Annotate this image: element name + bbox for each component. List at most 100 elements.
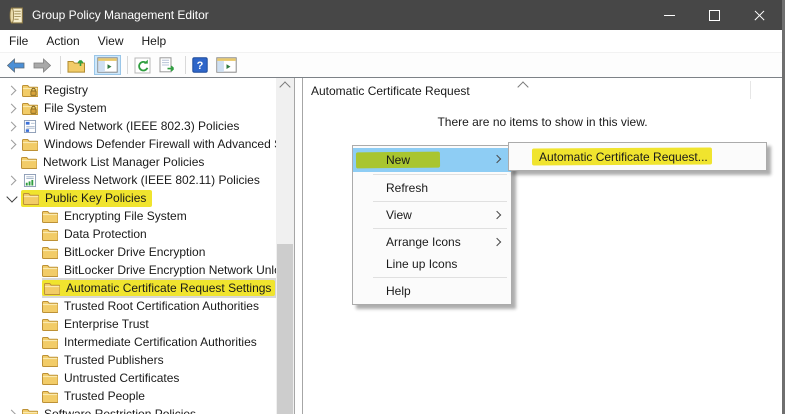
tree-item-label: Wireless Network (IEEE 802.11) Policies xyxy=(44,173,260,187)
chevron-down-icon[interactable] xyxy=(6,191,17,202)
scrollbar-thumb[interactable] xyxy=(277,244,293,414)
help-button[interactable]: ? xyxy=(192,57,208,73)
tree-item-bitlocker-drive-encryption[interactable]: BitLocker Drive Encryption xyxy=(0,243,276,261)
tree-item-label: Windows Defender Firewall with Advanced … xyxy=(44,137,276,151)
folder-icon xyxy=(42,354,58,367)
tree-item-windows-defender-firewall[interactable]: Windows Defender Firewall with Advanced … xyxy=(0,135,276,153)
tree-item-label: Trusted People xyxy=(64,389,145,403)
tree-item-intermediate-certification-authorities[interactable]: Intermediate Certification Authorities xyxy=(0,333,276,351)
menu-item-label: Refresh xyxy=(386,181,428,195)
folder-up-icon xyxy=(67,57,86,73)
menu-item-view[interactable]: View xyxy=(353,204,511,226)
export-list-icon xyxy=(159,57,177,73)
folder-icon xyxy=(21,156,37,169)
forward-button[interactable] xyxy=(33,58,52,73)
tree-item-network-list-manager-policies[interactable]: Network List Manager Policies xyxy=(0,153,276,171)
tree-item-wired-network-policies[interactable]: Wired Network (IEEE 802.3) Policies xyxy=(0,117,276,135)
menu-action[interactable]: Action xyxy=(37,30,88,52)
minimize-icon xyxy=(664,15,675,16)
minimize-button[interactable] xyxy=(647,0,692,30)
tree-item-file-system[interactable]: File System xyxy=(0,99,276,117)
show-console-tree-button[interactable] xyxy=(94,55,121,75)
refresh-button[interactable] xyxy=(134,57,151,74)
tree-item-wireless-network-policies[interactable]: Wireless Network (IEEE 802.11) Policies xyxy=(0,171,276,189)
new-window-icon xyxy=(216,57,237,73)
menu-item-label: Automatic Certificate Request... xyxy=(539,150,708,164)
forward-arrow-icon xyxy=(33,58,52,73)
export-list-button[interactable] xyxy=(159,57,177,73)
tree-item-label: Untrusted Certificates xyxy=(64,371,179,385)
console-tree: Registry File System Wired Network (IEEE… xyxy=(0,78,276,414)
scroll-up-button[interactable] xyxy=(276,78,294,95)
tree-item-bitlocker-network-unlock[interactable]: BitLocker Drive Encryption Network Unlo xyxy=(0,261,276,279)
tree-item-registry[interactable]: Registry xyxy=(0,81,276,99)
maximize-button[interactable] xyxy=(692,0,737,30)
submenu-item-automatic-certificate-request[interactable]: Automatic Certificate Request... xyxy=(509,145,766,168)
folder-icon xyxy=(42,210,58,223)
tree-item-label: Software Restriction Policies xyxy=(44,407,196,414)
wireless-policy-icon xyxy=(22,174,38,187)
folder-icon xyxy=(22,408,38,414)
menu-item-line-up-icons[interactable]: Line up Icons xyxy=(353,253,511,275)
folder-icon xyxy=(22,138,38,151)
tree-scrollbar[interactable] xyxy=(276,78,294,414)
back-button[interactable] xyxy=(6,58,25,73)
tree-item-trusted-publishers[interactable]: Trusted Publishers xyxy=(0,351,276,369)
menu-help[interactable]: Help xyxy=(133,30,176,52)
pane-splitter[interactable] xyxy=(294,78,303,414)
tree-item-untrusted-certificates[interactable]: Untrusted Certificates xyxy=(0,369,276,387)
help-icon: ? xyxy=(192,57,208,73)
folder-icon xyxy=(42,300,58,313)
folder-icon xyxy=(42,246,58,259)
titlebar[interactable]: Group Policy Management Editor xyxy=(0,0,782,30)
tree-item-data-protection[interactable]: Data Protection xyxy=(0,225,276,243)
tree-item-label: Trusted Root Certification Authorities xyxy=(64,299,259,313)
menu-item-arrange-icons[interactable]: Arrange Icons xyxy=(353,231,511,253)
chevron-right-icon[interactable] xyxy=(7,409,17,414)
chevron-right-icon[interactable] xyxy=(7,139,17,149)
submenu-arrow-icon xyxy=(493,238,501,246)
toolbar-separator xyxy=(185,56,186,74)
folder-icon xyxy=(42,390,58,403)
maximize-icon xyxy=(709,10,720,21)
menu-item-refresh[interactable]: Refresh xyxy=(353,177,511,199)
folder-lock-icon xyxy=(22,84,38,97)
chevron-right-icon[interactable] xyxy=(7,103,17,113)
new-window-button[interactable] xyxy=(216,57,237,73)
back-arrow-icon xyxy=(6,58,25,73)
console-tree-icon xyxy=(97,57,118,73)
refresh-icon xyxy=(134,57,151,74)
toolbar-separator xyxy=(127,56,128,74)
tree-item-trusted-people[interactable]: Trusted People xyxy=(0,387,276,405)
chevron-right-icon[interactable] xyxy=(7,121,17,131)
yellow-highlight-marker: Automatic Certificate Request Settings xyxy=(42,280,275,296)
column-header[interactable]: Automatic Certificate Request xyxy=(303,78,782,102)
tree-item-label: Network List Manager Policies xyxy=(43,155,204,169)
column-divider[interactable] xyxy=(750,81,751,99)
menu-item-new[interactable]: New xyxy=(353,148,511,172)
chevron-right-icon[interactable] xyxy=(7,85,17,95)
menu-view[interactable]: View xyxy=(89,30,133,52)
menu-item-label: Help xyxy=(386,284,411,298)
menu-item-label: Line up Icons xyxy=(386,257,457,271)
tree-item-label: Trusted Publishers xyxy=(64,353,164,367)
yellow-highlight-marker: Public Key Policies xyxy=(21,190,152,207)
toolbar-separator xyxy=(60,56,61,74)
tree-item-label: Registry xyxy=(44,83,88,97)
tree-item-encrypting-file-system[interactable]: Encrypting File System xyxy=(0,207,276,225)
tree-item-public-key-policies[interactable]: Public Key Policies xyxy=(0,189,276,207)
close-button[interactable] xyxy=(737,0,782,30)
tree-item-automatic-certificate-request-settings[interactable]: Automatic Certificate Request Settings xyxy=(0,279,276,297)
column-header-label: Automatic Certificate Request xyxy=(311,78,470,104)
menu-separator xyxy=(373,228,507,229)
close-icon xyxy=(753,9,766,22)
tree-item-label: File System xyxy=(44,101,107,115)
tree-item-software-restriction-policies[interactable]: Software Restriction Policies xyxy=(0,405,276,414)
chevron-right-icon[interactable] xyxy=(7,175,17,185)
menu-item-help[interactable]: Help xyxy=(353,280,511,302)
tree-item-trusted-root-certification-authorities[interactable]: Trusted Root Certification Authorities xyxy=(0,297,276,315)
tree-item-label: Data Protection xyxy=(64,227,147,241)
menu-file[interactable]: File xyxy=(0,30,37,52)
tree-item-enterprise-trust[interactable]: Enterprise Trust xyxy=(0,315,276,333)
up-one-level-button[interactable] xyxy=(67,57,86,73)
